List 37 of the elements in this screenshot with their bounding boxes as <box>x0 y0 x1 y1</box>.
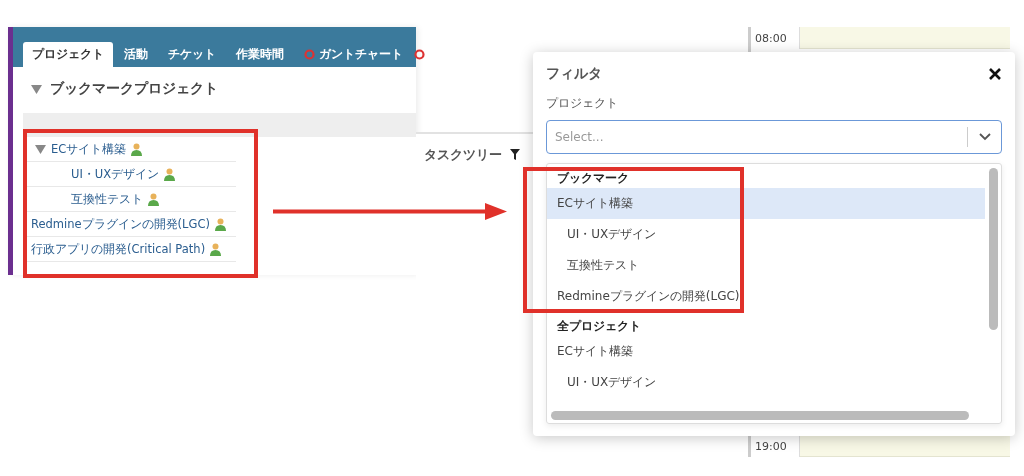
project-option[interactable]: ECサイト構築 <box>547 336 985 368</box>
scrollbar-thumb[interactable] <box>989 168 998 331</box>
scrollbar-thumb[interactable] <box>551 411 969 420</box>
nav-tab[interactable]: ガントチャート <box>295 42 412 67</box>
person-icon <box>210 242 222 256</box>
project-link[interactable]: UI・UXデザイン <box>71 166 160 182</box>
project-option[interactable]: UI・UXデザイン <box>547 367 985 399</box>
project-link[interactable]: ECサイト構築 <box>51 141 127 157</box>
group-label: 全プロジェクト <box>556 318 642 336</box>
person-icon <box>164 167 176 181</box>
ring-icon <box>304 49 315 60</box>
project-link[interactable]: Redmineプラグインの開発(LGC) <box>31 216 210 232</box>
nav-tab[interactable]: 活動 <box>115 42 157 67</box>
person-icon <box>148 192 159 206</box>
project-option[interactable]: UI・UXデザイン <box>547 219 985 251</box>
expanded-triangle-icon[interactable] <box>35 144 46 154</box>
project-option[interactable]: 互換性テスト <box>547 250 985 282</box>
dialog-title: フィルタ <box>546 64 602 83</box>
nav-tab[interactable]: 作業時間 <box>227 42 293 67</box>
ring-icon <box>414 49 425 60</box>
project-option[interactable]: ECサイト構築 <box>547 188 985 220</box>
group-label: ブックマーク <box>556 170 630 188</box>
section-title: ブックマークプロジェクト <box>50 80 218 98</box>
filter-icon[interactable] <box>510 149 520 160</box>
task-tree-title: タスクツリー <box>424 146 502 164</box>
close-button[interactable] <box>988 66 1002 81</box>
project-link[interactable]: 互換性テスト <box>71 191 143 207</box>
field-label: プロジェクト <box>546 95 619 113</box>
nav-tab[interactable]: プロジェクト <box>23 42 113 67</box>
nav-tab[interactable]: チケット <box>159 42 225 67</box>
project-select[interactable]: Select... <box>546 120 1002 155</box>
project-option[interactable]: Redmineプラグインの開発(LGC) <box>547 281 985 313</box>
project-link[interactable]: 行政アプリの開発(Critical Path) <box>31 241 206 257</box>
chevron-down-icon[interactable] <box>979 133 991 142</box>
person-icon <box>131 142 143 156</box>
person-icon <box>214 217 226 231</box>
expanded-triangle-icon[interactable] <box>31 84 42 94</box>
